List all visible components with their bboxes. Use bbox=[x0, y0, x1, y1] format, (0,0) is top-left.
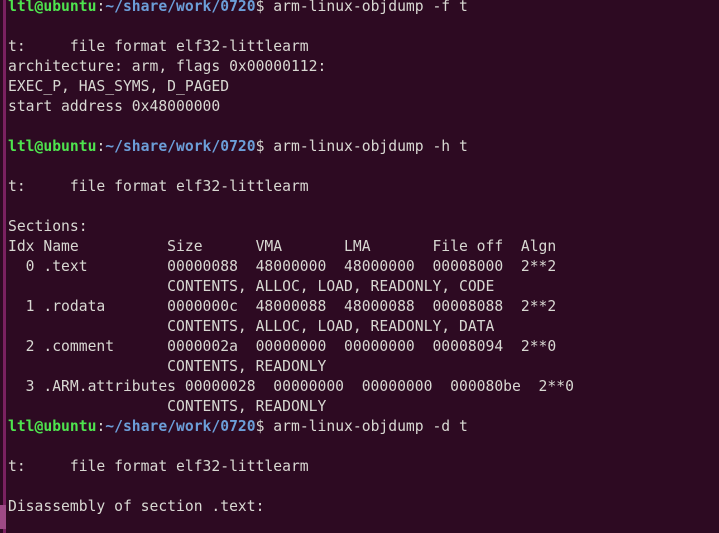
terminal-output-line: t: file format elf32-littlearm bbox=[8, 37, 719, 57]
prompt-separator: : bbox=[96, 0, 106, 15]
terminal-output-text: CONTENTS, ALLOC, LOAD, READONLY, DATA bbox=[8, 318, 495, 335]
terminal-output-text: 0 .text 00000088 48000000 48000000 00008… bbox=[8, 258, 557, 275]
terminal-output-text: CONTENTS, READONLY bbox=[8, 398, 327, 415]
terminal-output-text: t: file format elf32-littlearm bbox=[8, 458, 309, 475]
terminal-output-text: 2 .comment 0000002a 00000000 00000000 00… bbox=[8, 338, 557, 355]
terminal-output-line: 3 .ARM.attributes 00000028 00000000 0000… bbox=[8, 377, 719, 397]
terminal-output-text: 1 .rodata 0000000c 48000088 48000088 000… bbox=[8, 298, 557, 315]
terminal-output-line: CONTENTS, ALLOC, LOAD, READONLY, CODE bbox=[8, 277, 719, 297]
terminal-command: arm-linux-objdump -d t bbox=[264, 418, 468, 435]
terminal-output-text bbox=[8, 118, 17, 135]
prompt-path: ~/share/work/0720 bbox=[105, 0, 256, 15]
terminal-output-text: Sections: bbox=[8, 218, 88, 235]
terminal-command: arm-linux-objdump -f t bbox=[264, 0, 468, 15]
terminal-output-line: CONTENTS, READONLY bbox=[8, 397, 719, 417]
terminal-prompt-line: ltl@ubuntu:~/share/work/0720$ arm-linux-… bbox=[8, 417, 719, 437]
terminal-output-text: EXEC_P, HAS_SYMS, D_PAGED bbox=[8, 78, 230, 95]
terminal-output-text: t: file format elf32-littlearm bbox=[8, 178, 309, 195]
terminal-output-text bbox=[8, 18, 17, 35]
terminal-output-text: start address 0x48000000 bbox=[8, 98, 221, 115]
terminal-output-text: CONTENTS, READONLY bbox=[8, 358, 327, 375]
terminal-output-line: Sections: bbox=[8, 217, 719, 237]
terminal-prompt-line: ltl@ubuntu:~/share/work/0720$ arm-linux-… bbox=[8, 137, 719, 157]
prompt-user-host: ltl@ubuntu bbox=[8, 418, 97, 435]
terminal-output-line: t: file format elf32-littlearm bbox=[8, 457, 719, 477]
terminal-output-line: Disassembly of section .text: bbox=[8, 497, 719, 517]
terminal-output-text: t: file format elf32-littlearm bbox=[8, 38, 309, 55]
terminal-blank-line bbox=[8, 517, 719, 533]
prompt-path: ~/share/work/0720 bbox=[105, 138, 256, 155]
prompt-user-host: ltl@ubuntu bbox=[8, 0, 97, 15]
terminal-output-line: t: file format elf32-littlearm bbox=[8, 177, 719, 197]
terminal-output-text: 3 .ARM.attributes 00000028 00000000 0000… bbox=[8, 378, 574, 395]
terminal-output-line: 1 .rodata 0000000c 48000088 48000088 000… bbox=[8, 297, 719, 317]
terminal-blank-line bbox=[8, 117, 719, 137]
terminal-output-line: Idx Name Size VMA LMA File off Algn bbox=[8, 237, 719, 257]
terminal-output-text: CONTENTS, ALLOC, LOAD, READONLY, CODE bbox=[8, 278, 495, 295]
terminal-window[interactable]: ltl@ubuntu:~/share/work/0720$ arm-linux-… bbox=[0, 0, 719, 533]
terminal-blank-line bbox=[8, 437, 719, 457]
scrollbar-track-line bbox=[3, 0, 6, 533]
terminal-output-line: start address 0x48000000 bbox=[8, 97, 719, 117]
prompt-separator: : bbox=[96, 138, 106, 155]
terminal-blank-line bbox=[8, 17, 719, 37]
terminal-blank-line bbox=[8, 197, 719, 217]
terminal-output-line: EXEC_P, HAS_SYMS, D_PAGED bbox=[8, 77, 719, 97]
prompt-user-host: ltl@ubuntu bbox=[8, 138, 97, 155]
terminal-prompt-line: ltl@ubuntu:~/share/work/0720$ arm-linux-… bbox=[8, 0, 719, 17]
terminal-output-line: architecture: arm, flags 0x00000112: bbox=[8, 57, 719, 77]
terminal-output-text bbox=[8, 438, 17, 455]
terminal-output-text: Idx Name Size VMA LMA File off Algn bbox=[8, 238, 557, 255]
prompt-path: ~/share/work/0720 bbox=[105, 418, 256, 435]
terminal-screen[interactable]: ltl@ubuntu:~/share/work/0720$ arm-linux-… bbox=[8, 0, 719, 533]
terminal-output-text bbox=[8, 478, 17, 495]
terminal-command: arm-linux-objdump -h t bbox=[264, 138, 468, 155]
terminal-blank-line bbox=[8, 157, 719, 177]
terminal-output-line: 0 .text 00000088 48000000 48000000 00008… bbox=[8, 257, 719, 277]
prompt-separator: : bbox=[96, 418, 106, 435]
terminal-scrollbar[interactable] bbox=[0, 0, 8, 533]
terminal-output-line: CONTENTS, READONLY bbox=[8, 357, 719, 377]
terminal-output-text bbox=[8, 198, 17, 215]
terminal-output-text bbox=[8, 158, 17, 175]
terminal-output-text bbox=[8, 518, 17, 533]
terminal-output-text: architecture: arm, flags 0x00000112: bbox=[8, 58, 327, 75]
terminal-output-line: 2 .comment 0000002a 00000000 00000000 00… bbox=[8, 337, 719, 357]
scrollbar-thumb[interactable] bbox=[0, 505, 6, 529]
terminal-output-text: Disassembly of section .text: bbox=[8, 498, 265, 515]
terminal-blank-line bbox=[8, 477, 719, 497]
terminal-output-line: CONTENTS, ALLOC, LOAD, READONLY, DATA bbox=[8, 317, 719, 337]
